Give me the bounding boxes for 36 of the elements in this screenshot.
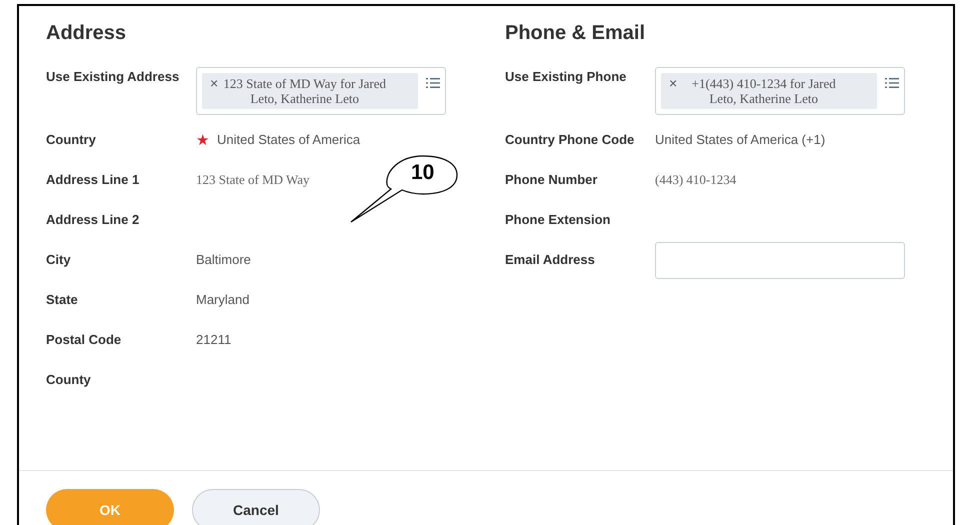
field-value: Baltimore [196,251,251,270]
section-title: Phone & Email [505,21,646,46]
field-label: City [46,251,72,270]
remove-icon[interactable]: × [210,76,218,106]
selected-chip[interactable]: × 123 State of MD Way for Jared Leto, Katherine Leto [202,73,418,109]
field-label: Address Line 1 [46,171,140,190]
field-label: Address Line 2 [46,211,140,230]
field-value: United States of America [217,131,360,150]
field-value: Maryland [196,291,250,310]
selection-field[interactable]: × +1(443) 410-1234 for Jared Leto, Katherine Leto [655,67,905,115]
field-label: Use Existing Phone [505,68,628,86]
cancel-button[interactable]: Cancel [192,489,320,525]
chip-text: 123 State of MD Way for Jared Leto, Katherine Leto [222,76,387,106]
section-title: Address [46,21,128,46]
field-value: 21211 [196,331,232,350]
selected-chip[interactable]: × +1(443) 410-1234 for Jared Leto, Katherine Leto [661,73,877,109]
field-label: Email Address [505,251,596,270]
field-label: Phone Extension [505,211,612,230]
remove-icon[interactable]: × [669,76,678,106]
field-label: Use Existing Address [46,68,180,86]
selection-field[interactable]: × 123 State of MD Way for Jared Leto, Katherine Leto [196,67,446,115]
list-icon[interactable] [426,77,440,89]
list-icon[interactable] [885,77,899,89]
field-label: Country Phone Code [505,131,636,150]
chip-text: +1(443) 410-1234 for Jared Leto, Katherine Leto [690,76,837,106]
field-label: Country [46,131,97,150]
callout-number: 10 [411,162,434,183]
email-field[interactable] [655,242,905,278]
field-label: County [46,371,92,390]
field-label: Phone Number [505,171,598,190]
field-value: 123 State of MD Way [196,171,310,190]
field-label: State [46,291,79,310]
field-value: United States of America (+1) [655,131,826,150]
field-value: (443) 410-1234 [655,171,736,190]
field-label: Postal Code [46,331,122,350]
required-icon: ★ [196,132,209,148]
